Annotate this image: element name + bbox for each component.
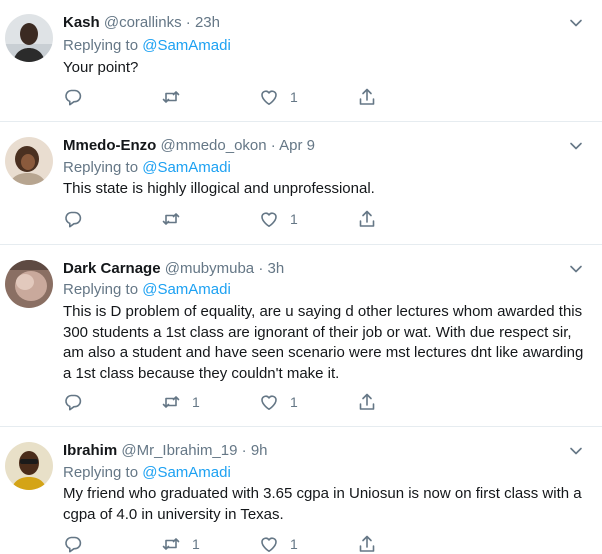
retweet-button[interactable]: 1 [161,534,200,554]
reply-icon [63,87,83,107]
avatar[interactable] [5,14,53,62]
replying-label: Replying to [63,37,139,54]
tweet-text: This state is highly illogical and unpro… [63,180,375,197]
like-button[interactable]: 1 [259,209,298,229]
retweet-icon [161,209,181,229]
chevron-down-icon[interactable] [568,138,584,154]
user-handle[interactable]: @mubymuba [165,260,254,277]
like-count: 1 [290,394,298,410]
replying-label: Replying to [63,281,139,298]
chevron-down-icon[interactable] [568,443,584,459]
tweet[interactable]: Kash @corallinks · 23h Replying to @SamA… [0,0,602,122]
separator-dot: · [270,137,276,154]
retweet-icon [161,534,181,554]
timestamp[interactable]: 9h [251,442,268,459]
avatar[interactable] [5,137,53,185]
share-icon [357,392,377,412]
like-button[interactable]: 1 [259,534,298,554]
share-button[interactable] [357,534,377,554]
timestamp[interactable]: 23h [195,14,220,31]
reply-icon [63,534,83,554]
tweet[interactable]: Dark Carnage @mubymuba · 3h Replying to … [0,245,602,427]
reply-button[interactable] [63,392,83,412]
display-name[interactable]: Dark Carnage [63,260,161,277]
like-count: 1 [290,536,298,552]
tweet-text: My friend who graduated with 3.65 cgpa i… [63,485,582,523]
reply-button[interactable] [63,534,83,554]
heart-icon [259,209,279,229]
like-button[interactable]: 1 [259,87,298,107]
retweet-button[interactable]: 1 [161,392,200,412]
share-button[interactable] [357,87,377,107]
reply-mention-link[interactable]: @SamAmadi [142,37,231,54]
timestamp[interactable]: Apr 9 [279,137,315,154]
display-name[interactable]: Ibrahim [63,442,117,459]
reply-mention-link[interactable]: @SamAmadi [142,159,231,176]
reply-mention-link[interactable]: @SamAmadi [142,281,231,298]
heart-icon [259,534,279,554]
tweet-text: Your point? [63,59,139,76]
reply-button[interactable] [63,209,83,229]
reply-icon [63,392,83,412]
heart-icon [259,87,279,107]
user-handle[interactable]: @mmedo_okon [161,137,267,154]
tweet[interactable]: Mmedo-Enzo @mmedo_okon · Apr 9 Replying … [0,122,602,245]
replying-label: Replying to [63,159,139,176]
share-icon [357,87,377,107]
user-handle[interactable]: @corallinks [104,14,182,31]
tweet-text: This is D problem of equality, are u say… [63,303,584,382]
reply-icon [63,209,83,229]
timestamp[interactable]: 3h [268,260,285,277]
retweet-count: 1 [192,536,200,552]
share-icon [357,209,377,229]
tweet[interactable]: Ibrahim @Mr_Ibrahim_19 · 9h Replying to … [0,427,602,551]
separator-dot: · [185,14,191,31]
heart-icon [259,392,279,412]
share-button[interactable] [357,209,377,229]
reply-button[interactable] [63,87,83,107]
share-icon [357,534,377,554]
separator-dot: · [241,442,247,459]
chevron-down-icon[interactable] [568,15,584,31]
like-count: 1 [290,211,298,227]
display-name[interactable]: Mmedo-Enzo [63,137,156,154]
avatar[interactable] [5,442,53,490]
reply-mention-link[interactable]: @SamAmadi [142,464,231,481]
retweet-icon [161,392,181,412]
display-name[interactable]: Kash [63,14,100,31]
like-count: 1 [290,89,298,105]
retweet-icon [161,87,181,107]
share-button[interactable] [357,392,377,412]
replying-label: Replying to [63,464,139,481]
chevron-down-icon[interactable] [568,261,584,277]
retweet-button[interactable] [161,87,192,107]
retweet-count: 1 [192,394,200,410]
separator-dot: · [258,260,264,277]
avatar[interactable] [5,260,53,308]
user-handle[interactable]: @Mr_Ibrahim_19 [121,442,237,459]
like-button[interactable]: 1 [259,392,298,412]
retweet-button[interactable] [161,209,192,229]
